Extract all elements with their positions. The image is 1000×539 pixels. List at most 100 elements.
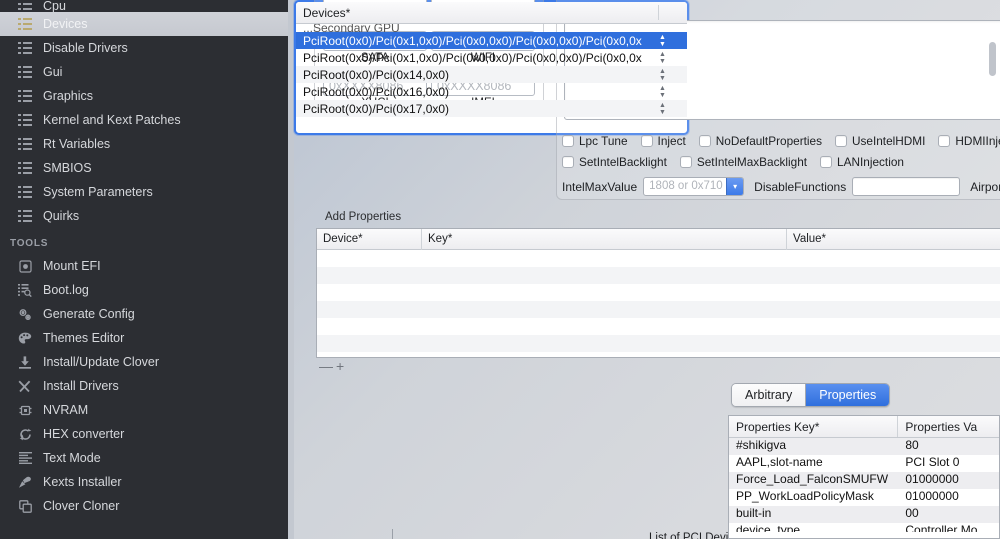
stepper-icon[interactable]: ▲▼ <box>658 67 667 82</box>
sidebar-item-install-drivers[interactable]: Install Drivers <box>0 374 288 398</box>
property-key: PP_WorkLoadPolicyMask <box>736 489 874 503</box>
column-header-key[interactable]: Key* <box>422 229 787 250</box>
sidebar-item-mount-efi[interactable]: Mount EFI <box>0 254 288 278</box>
sidebar-item-label: NVRAM <box>43 402 89 417</box>
device-path: PciRoot(0x0)/Pci(0x17,0x0) <box>303 101 450 116</box>
sidebar-item-hex-converter[interactable]: HEX converter <box>0 422 288 446</box>
sidebar-item-label: Quirks <box>43 208 80 223</box>
checkbox-row-2: SetIntelBacklight SetIntelMaxBacklight L… <box>562 155 917 169</box>
intel-max-value-combobox[interactable]: 1808 or 0x710 ▾ <box>643 177 745 196</box>
devices-list-panel[interactable]: Devices* ...Secondary GPU PciRoot(0x0)/P… <box>294 0 996 135</box>
sidebar-item-system-parameters[interactable]: System Parameters <box>0 180 288 204</box>
checkbox-setintelmaxbacklight[interactable] <box>679 156 692 168</box>
sidebar-item-gui[interactable]: Gui <box>0 60 288 84</box>
sidebar-item-kexts-installer[interactable]: Kexts Installer <box>0 470 288 494</box>
list-icon <box>17 40 33 56</box>
list-icon <box>17 88 33 104</box>
plug-icon <box>17 474 33 490</box>
devices-list-header: Devices* <box>296 2 687 24</box>
intel-max-value-label: IntelMaxValue <box>562 179 638 194</box>
table-row[interactable] <box>317 301 1000 318</box>
sidebar-item-disable-drivers[interactable]: Disable Drivers <box>0 36 288 60</box>
stepper-icon[interactable]: ▲▼ <box>658 84 667 99</box>
table-row[interactable] <box>317 335 1000 352</box>
sidebar-item-label: Graphics <box>43 88 94 103</box>
sidebar-item-quirks[interactable]: Quirks <box>0 204 288 228</box>
intel-max-value-input[interactable]: 1808 or 0x710 <box>644 178 726 195</box>
chevron-down-icon[interactable]: ▾ <box>726 178 744 195</box>
refresh-icon <box>17 426 33 442</box>
properties-table-header: Properties Key* Properties Va <box>729 416 999 438</box>
sidebar-item-kernel-and-kext-patches[interactable]: Kernel and Kext Patches <box>0 108 288 132</box>
add-properties-table[interactable]: Device* Key* Value* <box>316 228 1000 358</box>
table-row[interactable]: device_type Controller Mo <box>729 523 999 532</box>
property-value: 80 <box>905 438 919 452</box>
sidebar-item-label: Install/Update Clover <box>43 354 160 369</box>
table-row[interactable]: #shikigva 80 <box>729 438 999 455</box>
sidebar-item-graphics[interactable]: Graphics <box>0 84 288 108</box>
sidebar-item-clover-cloner[interactable]: Clover Cloner <box>0 494 288 518</box>
stepper-icon[interactable]: ▲▼ <box>658 33 667 48</box>
sidebar-item-themes-editor[interactable]: Themes Editor <box>0 326 288 350</box>
properties-table[interactable]: Properties Key* Properties Va #shikigva … <box>728 415 1000 539</box>
checkbox-laninjection[interactable] <box>820 156 833 168</box>
stepper-icon[interactable]: ▲▼ <box>658 101 667 116</box>
column-header-properties-key[interactable]: Properties Key* <box>729 416 899 437</box>
checkbox-label-useintelhdmi: UseIntelHDMI <box>851 134 926 148</box>
checkbox-nodefaultproperties[interactable] <box>698 135 711 147</box>
checkbox-lpc-tune[interactable] <box>562 135 574 147</box>
table-row[interactable] <box>317 250 1000 267</box>
column-header-device[interactable]: Device* <box>317 229 422 250</box>
sidebar-item-label: Themes Editor <box>43 330 125 345</box>
table-row[interactable]: built-in 00 <box>729 506 999 523</box>
checkbox-hdmiinjection[interactable] <box>938 135 951 147</box>
property-value: 00 <box>905 506 919 520</box>
table-row[interactable] <box>317 318 1000 335</box>
list-icon <box>17 184 33 200</box>
add-properties-header: Device* Key* Value* <box>317 229 1000 250</box>
tab-arbitrary[interactable]: Arbitrary <box>732 384 807 406</box>
device-path: PciRoot(0x0)/Pci(0x1,0x0)/Pci(0x0,0x0)/P… <box>303 33 642 48</box>
list-item[interactable]: PciRoot(0x0)/Pci(0x17,0x0) ▲ ▼ <box>296 100 687 117</box>
sidebar-item-label: Gui <box>43 64 63 79</box>
list-item[interactable]: PciRoot(0x0)/Pci(0x14,0x0) ▲ ▼ <box>296 66 687 83</box>
table-row[interactable] <box>317 284 1000 301</box>
add-row-button[interactable]: + <box>336 358 347 374</box>
checkbox-inject[interactable] <box>640 135 653 147</box>
sidebar-item-nvram[interactable]: NVRAM <box>0 398 288 422</box>
list-item[interactable]: PciRoot(0x0)/Pci(0x16,0x0) ▲ ▼ <box>296 83 687 100</box>
add-properties-title: Add Properties <box>325 211 402 223</box>
column-header-devices[interactable]: Devices* <box>296 6 687 20</box>
list-item-selected[interactable]: PciRoot(0x0)/Pci(0x1,0x0)/Pci(0x0,0x0)/P… <box>296 32 687 49</box>
column-header-value[interactable]: Value* <box>787 229 1000 250</box>
property-value: 01000000 <box>905 472 959 486</box>
disable-functions-input[interactable] <box>852 177 961 196</box>
column-header-properties-value[interactable]: Properties Va <box>898 416 999 437</box>
stepper-icon[interactable]: ▲▼ <box>658 50 667 65</box>
list-item[interactable]: PciRoot(0x0)/Pci(0x1,0x0)/Pci(0x0,0x0)/P… <box>296 49 687 66</box>
table-row[interactable]: AAPL,slot-name PCI Slot 0 <box>729 455 999 472</box>
list-icon <box>17 208 33 224</box>
sidebar-item-install-update-clover[interactable]: Install/Update Clover <box>0 350 288 374</box>
sidebar-item-boot-log[interactable]: Boot.log <box>0 278 288 302</box>
sidebar-item-cpu[interactable]: Cpu <box>0 0 288 12</box>
remove-row-button[interactable]: — <box>319 358 336 374</box>
sidebar-item-devices[interactable]: Devices <box>0 12 288 36</box>
checkbox-setintelbacklight[interactable] <box>562 156 574 168</box>
column-divider <box>658 5 659 20</box>
device-path: PciRoot(0x0)/Pci(0x16,0x0) <box>303 84 450 99</box>
checkbox-useintelhdmi[interactable] <box>834 135 847 147</box>
tab-properties[interactable]: Properties <box>806 384 890 406</box>
sidebar-item-generate-config[interactable]: Generate Config <box>0 302 288 326</box>
list-item[interactable]: ...Secondary GPU <box>296 24 687 32</box>
sidebar-item-smbios[interactable]: SMBIOS <box>0 156 288 180</box>
table-row[interactable]: Force_Load_FalconSMUFW 01000000 <box>729 472 999 489</box>
sidebar-item-rt-variables[interactable]: Rt Variables <box>0 132 288 156</box>
divider <box>392 529 393 539</box>
add-properties-toolbar: —+ <box>319 358 347 374</box>
table-row[interactable] <box>317 267 1000 284</box>
table-row[interactable]: PP_WorkLoadPolicyMask 01000000 <box>729 489 999 506</box>
sidebar-item-label: Text Mode <box>43 450 101 465</box>
sidebar-item-text-mode[interactable]: Text Mode <box>0 446 288 470</box>
sidebar-item-label: Mount EFI <box>43 258 101 273</box>
